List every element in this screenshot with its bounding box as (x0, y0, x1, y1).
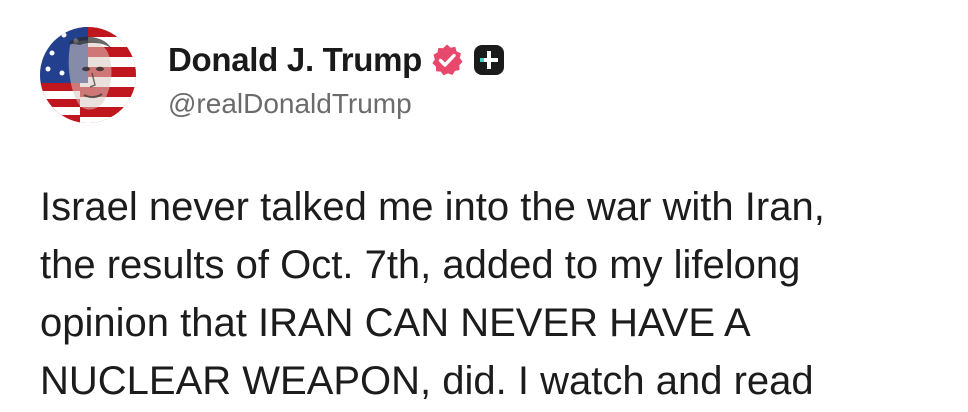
author-name-row: Donald J. Trump (168, 40, 506, 80)
author-avatar[interactable] (40, 27, 136, 123)
post-text-line: the results of Oct. 7th, added to my lif… (40, 243, 801, 287)
post-text: Israel never talked me into the war with… (40, 178, 940, 410)
post-text-line: NUCLEAR WEAPON, did. I watch and read (40, 359, 814, 403)
author-display-name[interactable]: Donald J. Trump (168, 41, 422, 79)
verified-badge-icon (430, 43, 464, 77)
post-text-line: opinion that IRAN CAN NEVER HAVE A (40, 301, 751, 345)
flag-portrait-avatar-icon (40, 27, 136, 123)
author-handle[interactable]: @realDonaldTrump (168, 88, 412, 120)
post-text-line: Israel never talked me into the war with… (40, 185, 825, 229)
plus-badge-icon (472, 43, 506, 77)
post-card: Donald J. Trump @realDonaldTrump Israel … (0, 0, 968, 412)
